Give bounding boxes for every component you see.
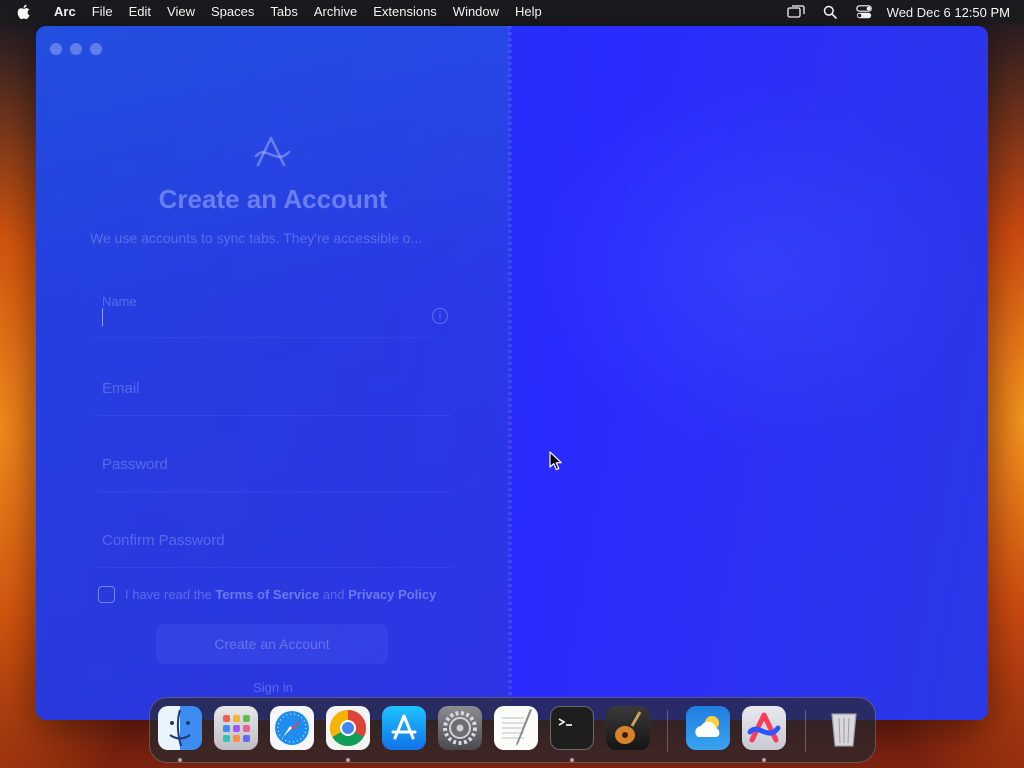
running-indicator <box>346 758 350 762</box>
confirm-password-placeholder: Confirm Password <box>102 532 225 549</box>
screen-mirroring-icon[interactable] <box>779 5 813 19</box>
create-account-button[interactable]: Create an Account <box>156 624 388 664</box>
trash-icon[interactable] <box>822 706 866 750</box>
arc-window: Create an Account We use accounts to syn… <box>36 26 988 720</box>
menu-edit[interactable]: Edit <box>121 0 159 24</box>
textedit-icon[interactable] <box>494 706 538 750</box>
form-subtitle: We use accounts to sync tabs. They're ac… <box>90 230 423 246</box>
close-window-button[interactable] <box>50 43 62 55</box>
dock-separator <box>667 710 668 752</box>
launchpad-icon[interactable] <box>214 706 258 750</box>
apple-menu-icon[interactable] <box>0 4 46 20</box>
running-indicator <box>178 758 182 762</box>
text-caret <box>102 308 103 326</box>
terms-label: I have read the Terms of Service and Pri… <box>125 587 436 602</box>
email-field[interactable]: Email <box>94 366 452 416</box>
mouse-pointer-icon <box>549 451 563 476</box>
terms-and: and <box>322 587 345 602</box>
terminal-icon[interactable] <box>550 706 594 750</box>
app-store-icon[interactable] <box>382 706 426 750</box>
spotlight-search-icon[interactable] <box>813 5 847 19</box>
safari-icon[interactable] <box>270 706 314 750</box>
menu-bar: Arc File Edit View Spaces Tabs Archive E… <box>0 0 1024 24</box>
privacy-policy-link[interactable]: Privacy Policy <box>348 587 436 602</box>
chrome-icon[interactable] <box>326 706 370 750</box>
running-indicator <box>762 758 766 762</box>
terms-of-service-link[interactable]: Terms of Service <box>215 587 319 602</box>
menu-archive[interactable]: Archive <box>306 0 365 24</box>
menu-bar-clock[interactable]: Wed Dec 6 12:50 PM <box>887 5 1010 20</box>
terms-prefix: I have read the <box>125 587 212 602</box>
zoom-window-button[interactable] <box>90 43 102 55</box>
minimize-window-button[interactable] <box>70 43 82 55</box>
create-account-form: Create an Account We use accounts to syn… <box>36 26 510 720</box>
menu-window[interactable]: Window <box>445 0 507 24</box>
password-field[interactable]: Password <box>94 442 452 492</box>
running-indicator <box>570 758 574 762</box>
window-controls <box>50 43 102 55</box>
system-settings-icon[interactable] <box>438 706 482 750</box>
confirm-password-field[interactable]: Confirm Password <box>94 518 452 568</box>
control-center-icon[interactable] <box>847 5 881 19</box>
email-placeholder: Email <box>102 380 140 397</box>
arc-icon[interactable] <box>742 706 786 750</box>
password-placeholder: Password <box>102 456 168 473</box>
terms-row: I have read the Terms of Service and Pri… <box>98 586 436 603</box>
menu-view[interactable]: View <box>159 0 203 24</box>
finder-icon[interactable] <box>158 706 202 750</box>
terms-checkbox[interactable] <box>98 586 115 603</box>
menu-tabs[interactable]: Tabs <box>262 0 305 24</box>
menu-app-name[interactable]: Arc <box>46 0 84 24</box>
info-icon[interactable]: i <box>432 308 448 324</box>
arc-logo-icon <box>254 134 292 168</box>
menu-extensions[interactable]: Extensions <box>365 0 445 24</box>
dock-separator <box>805 710 806 752</box>
weather-icon[interactable] <box>686 706 730 750</box>
name-field[interactable]: Name i <box>94 288 452 338</box>
garageband-icon[interactable] <box>606 706 650 750</box>
form-title: Create an Account <box>158 184 388 214</box>
menu-file[interactable]: File <box>84 0 121 24</box>
menu-spaces[interactable]: Spaces <box>203 0 262 24</box>
name-placeholder: Name <box>102 294 137 309</box>
sign-in-link[interactable]: Sign in <box>36 680 510 695</box>
menu-help[interactable]: Help <box>507 0 550 24</box>
dock <box>149 697 876 763</box>
